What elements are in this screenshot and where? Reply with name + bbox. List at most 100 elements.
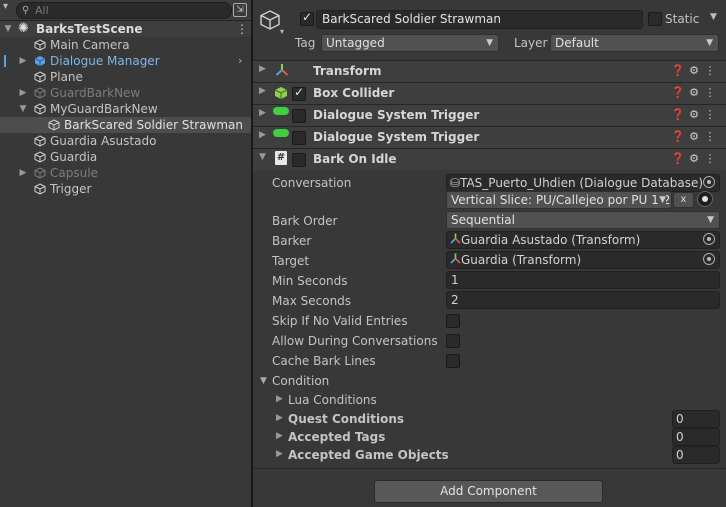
foldout-arrow-icon[interactable]: ▶ — [259, 130, 266, 140]
component-enabled-checkbox[interactable] — [292, 85, 306, 101]
foldout-expanded-icon[interactable]: ▼ — [259, 152, 266, 162]
presets-icon[interactable]: ⚙ — [686, 108, 702, 121]
component-header-bark-on-idle[interactable]: ▼ # Bark On Idle ❓ ⚙ ⋮ — [253, 148, 726, 170]
accepted-objects-label[interactable]: Accepted Game Objects — [288, 447, 449, 463]
barker-field[interactable]: Guardia Asustado (Transform) — [446, 231, 720, 249]
kebab-menu-icon[interactable]: ⋮ — [702, 86, 718, 99]
conversation-database-field[interactable]: ⛁TAS_Puerto_Uhdien (Dialogue Database) — [446, 174, 720, 192]
accepted-tags-label[interactable]: Accepted Tags — [288, 429, 385, 445]
presets-icon[interactable]: ⚙ — [686, 64, 702, 77]
kebab-menu-icon[interactable]: ⋮ — [702, 152, 718, 165]
object-name-field[interactable]: BarkScared Soldier Strawman — [316, 10, 643, 29]
objects-count-value: 0 — [676, 448, 684, 462]
add-component-button[interactable]: Add Component — [374, 480, 603, 503]
search-options-icon[interactable]: ⇲ — [233, 3, 247, 17]
component-enabled-checkbox[interactable] — [292, 153, 306, 167]
transform-icon — [275, 63, 289, 80]
item-label: Plane — [50, 70, 83, 84]
clear-label: x — [680, 194, 687, 205]
condition-label[interactable]: Condition — [272, 373, 329, 389]
allow-checkbox[interactable] — [446, 334, 460, 348]
scene-menu-icon[interactable]: ⋮ — [236, 21, 248, 37]
open-conversation-icon[interactable] — [697, 191, 713, 207]
min-seconds-input[interactable]: 1 — [446, 271, 720, 289]
component-header-icons: ❓ ⚙ ⋮ — [670, 63, 722, 79]
icon-dropdown-icon[interactable]: ▾ — [280, 27, 284, 36]
foldout-arrow-icon[interactable]: ▶ — [259, 64, 266, 74]
objects-foldout-icon[interactable]: ▶ — [276, 449, 283, 459]
tag-dropdown[interactable]: Untagged ▼ — [321, 34, 499, 52]
chevron-right-icon[interactable]: › — [238, 53, 242, 69]
max-seconds-input[interactable]: 2 — [446, 291, 720, 309]
static-checkbox[interactable] — [648, 12, 662, 26]
hierarchy-item-selected[interactable]: BarkScared Soldier Strawman — [0, 117, 251, 133]
expand-arrow-icon[interactable]: ▼ — [3, 21, 13, 37]
kebab-menu-icon[interactable]: ⋮ — [702, 130, 718, 143]
scene-row[interactable]: ▼ ✺ BarksTestScene ⋮ — [0, 21, 251, 37]
component-name: Box Collider — [313, 86, 395, 100]
hierarchy-item[interactable]: ▶ Dialogue Manager › — [0, 53, 251, 69]
active-checkbox[interactable] — [300, 10, 314, 26]
presets-icon[interactable]: ⚙ — [686, 130, 702, 143]
presets-icon[interactable]: ⚙ — [686, 86, 702, 99]
max-seconds-value: 2 — [451, 293, 459, 307]
quest-count-value: 0 — [676, 412, 684, 426]
foldout-arrow-icon[interactable]: ▶ — [259, 86, 266, 96]
accepted-objects-count[interactable]: 0 — [672, 446, 720, 464]
cache-checkbox[interactable] — [446, 354, 460, 368]
target-field[interactable]: Guardia (Transform) — [446, 251, 720, 269]
component-header-dialogue-trigger[interactable]: ▶ Dialogue System Trigger ❓ ⚙ ⋮ — [253, 104, 726, 126]
collapsed-arrow-icon[interactable]: ▶ — [18, 53, 28, 69]
help-icon[interactable]: ❓ — [670, 86, 686, 99]
search-input[interactable]: ⚲ All — [16, 2, 232, 19]
layer-label: Layer — [514, 36, 548, 50]
condition-foldout-icon[interactable]: ▼ — [260, 376, 267, 386]
collapsed-arrow-icon[interactable]: ▶ — [18, 165, 28, 181]
help-icon[interactable]: ❓ — [670, 152, 686, 165]
component-header-box-collider[interactable]: ▶ Box Collider ❓⚙⋮ — [253, 82, 726, 104]
kebab-menu-icon[interactable]: ⋮ — [702, 108, 718, 121]
script-icon: # — [275, 151, 287, 165]
expand-arrow-icon[interactable]: ▼ — [18, 101, 28, 117]
bark-order-dropdown[interactable]: Sequential ▼ — [446, 211, 720, 229]
hierarchy-item[interactable]: ▼ MyGuardBarkNew — [0, 101, 251, 117]
help-icon[interactable]: ❓ — [670, 130, 686, 143]
hierarchy-item[interactable]: Trigger — [0, 181, 251, 197]
help-icon[interactable]: ❓ — [670, 64, 686, 77]
hierarchy-item[interactable]: Guardia — [0, 149, 251, 165]
foldout-arrow-icon[interactable]: ▶ — [259, 108, 266, 118]
chevron-down-icon: ▼ — [486, 38, 493, 48]
component-enabled-checkbox[interactable] — [292, 109, 306, 123]
object-picker-icon[interactable] — [703, 176, 715, 188]
conversation-select-dropdown[interactable]: Vertical Slice: PU/Callejeo por PU 1/2 ▼ — [446, 191, 672, 209]
kebab-menu-icon[interactable]: ⋮ — [702, 64, 718, 77]
collapsed-arrow-icon[interactable]: ▶ — [18, 85, 28, 101]
skip-checkbox[interactable] — [446, 314, 460, 328]
component-enabled-checkbox[interactable] — [292, 131, 306, 145]
tags-foldout-icon[interactable]: ▶ — [276, 431, 283, 441]
presets-icon[interactable]: ⚙ — [686, 152, 702, 165]
gameobject-large-icon[interactable] — [259, 9, 281, 34]
chevron-down-icon: ▼ — [659, 192, 666, 208]
quest-foldout-icon[interactable]: ▶ — [276, 413, 283, 423]
hierarchy-item[interactable]: Guardia Asustado — [0, 133, 251, 149]
quest-conditions-label[interactable]: Quest Conditions — [288, 411, 404, 427]
object-picker-icon[interactable] — [703, 253, 715, 265]
clear-conversation-button[interactable]: x — [673, 192, 694, 208]
quest-conditions-count[interactable]: 0 — [672, 410, 720, 428]
accepted-tags-count[interactable]: 0 — [672, 428, 720, 446]
static-dropdown-icon[interactable]: ▼ — [710, 12, 717, 22]
lua-conditions-label[interactable]: Lua Conditions — [288, 392, 377, 408]
lua-foldout-icon[interactable]: ▶ — [276, 394, 283, 404]
create-dropdown-icon[interactable]: ▾ — [3, 1, 8, 12]
hierarchy-item[interactable]: ▶ Capsule — [0, 165, 251, 181]
target-value: Guardia (Transform) — [461, 253, 582, 267]
component-header-transform[interactable]: ▶ Transform ❓ ⚙ ⋮ — [253, 60, 726, 82]
hierarchy-item[interactable]: Plane — [0, 69, 251, 85]
hierarchy-item[interactable]: ▶ GuardBarkNew — [0, 85, 251, 101]
object-picker-icon[interactable] — [703, 233, 715, 245]
layer-dropdown[interactable]: Default ▼ — [550, 34, 719, 52]
component-header-dialogue-trigger[interactable]: ▶ Dialogue System Trigger ❓ ⚙ ⋮ — [253, 126, 726, 148]
help-icon[interactable]: ❓ — [670, 108, 686, 121]
hierarchy-item[interactable]: Main Camera — [0, 37, 251, 53]
